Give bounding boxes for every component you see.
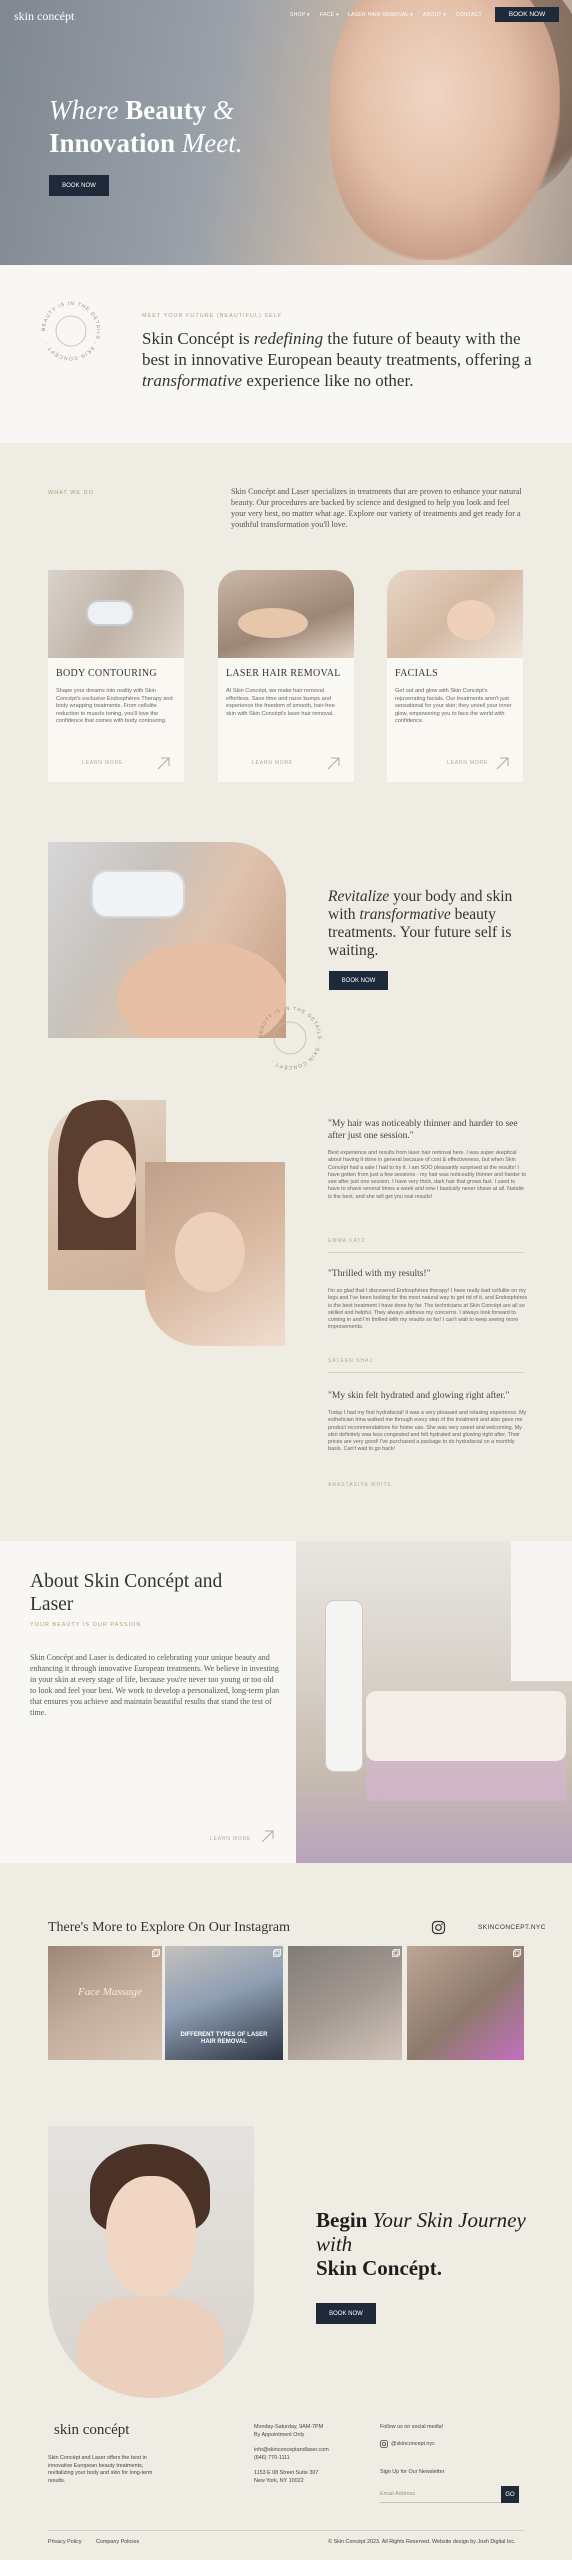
instagram-tile[interactable] (407, 1946, 524, 2060)
circular-text-badge: BEAUTY IS IN THE DETAILS · SKIN CONCÉPT … (41, 301, 101, 361)
service-desc: Shape your dreams into reality with Skin… (56, 688, 173, 724)
about-photo-treatment-room (296, 1541, 572, 1863)
about-eyebrow: YOUR BEAUTY IS OUR PASSION (30, 1622, 142, 1628)
service-title: LASER HAIR REMOVAL (226, 668, 341, 679)
hero-book-button[interactable]: BOOK NOW (49, 175, 109, 196)
testimonial-author: ANASTASIYA WHITE (328, 1482, 392, 1488)
carousel-icon (152, 1949, 160, 1957)
newsletter-email-input[interactable]: Email Address (380, 2486, 500, 2503)
testimonial-body: Today I had my first hydrafacial! It was… (328, 1410, 527, 1453)
facials-photo (387, 570, 523, 658)
cta-book-button[interactable]: BOOK NOW (316, 2303, 376, 2324)
revitalize-book-button[interactable]: BOOK NOW (329, 971, 388, 990)
footer-email-link[interactable]: info@skinconceptandlaser.com (254, 2447, 329, 2455)
service-card-body-contouring[interactable]: BODY CONTOURING Shape your dreams into r… (48, 658, 184, 782)
nav-item-shop[interactable]: SHOP ▾ (290, 12, 310, 18)
service-title: FACIALS (395, 668, 439, 679)
intro-statement: Skin Concépt is redefining the future of… (142, 329, 532, 390)
instagram-tile[interactable]: Face Massage (48, 1946, 162, 2060)
body-contouring-photo (48, 570, 184, 658)
cta-photo-woman (48, 2126, 254, 2398)
newsletter-go-button[interactable]: GO (501, 2486, 519, 2503)
site-logo[interactable]: skin concépt (14, 9, 74, 24)
what-we-do-eyebrow: WHAT WE DO (48, 490, 94, 496)
intro-eyebrow: MEET YOUR FUTURE (BEAUTIFUL) SELF (142, 313, 283, 319)
footer-divider (48, 2530, 524, 2531)
carousel-icon (273, 1949, 281, 1957)
nav-item-about[interactable]: ABOUT ▾ (423, 12, 446, 18)
carousel-icon (513, 1949, 521, 1957)
instagram-heading: There's More to Explore On Our Instagram (48, 1920, 291, 1935)
nav-item-laser[interactable]: LASER HAIR REMOVAL ▾ (348, 12, 413, 18)
divider (328, 1252, 524, 1253)
footer-logo[interactable]: skin concépt (54, 2422, 129, 2439)
footer-address: 1153 E 08 Street Suite 307 New York, NY 1… (254, 2470, 319, 2484)
service-desc: At Skin Concépt, we make hair removal ef… (226, 688, 335, 717)
arrow-up-right-icon[interactable] (156, 756, 171, 771)
laser-hair-removal-photo (218, 570, 354, 658)
company-policies-link[interactable]: Company Policies (96, 2539, 139, 2545)
learn-more-link[interactable]: LEARN MORE (447, 760, 488, 766)
testimonial-body: Best experience and results from laser h… (328, 1150, 527, 1200)
arrow-up-right-icon[interactable] (260, 1829, 275, 1844)
footer-social-handle[interactable]: @skinconcept.nyc (391, 2441, 435, 2449)
svg-text:BEAUTY IS IN THE DETAILS · SKI: BEAUTY IS IN THE DETAILS · SKIN CONCÉPT … (41, 301, 101, 361)
nav-item-face[interactable]: FACE ▾ (320, 12, 339, 18)
testimonial-body: I'm so glad that I discovered Endosphére… (328, 1288, 528, 1331)
cta-headline: Begin Your Skin Journey with Skin Concépt… (316, 2208, 526, 2280)
about-paragraph: Skin Concépt and Laser is dedicated to c… (30, 1653, 280, 1717)
learn-more-link[interactable]: LEARN MORE (252, 760, 293, 766)
instagram-handle[interactable]: SKINCONCEPT.NYC (478, 1924, 546, 1931)
service-card-laser-hair-removal[interactable]: LASER HAIR REMOVAL At Skin Concépt, we m… (218, 658, 354, 782)
about-learn-more-link[interactable]: LEARN MORE (210, 1836, 251, 1842)
service-title: BODY CONTOURING (56, 668, 157, 679)
footer-about: Skin Concépt and Laser offers the best i… (48, 2455, 153, 2484)
testimonial-quote: "Thrilled with my results!" (328, 1269, 431, 1279)
footer-follow-label: Follow us on social media! (380, 2424, 444, 2430)
instagram-tile[interactable] (288, 1946, 402, 2060)
testimonial-photo-facial (145, 1162, 285, 1346)
arrow-up-right-icon[interactable] (326, 756, 341, 771)
instagram-icon[interactable] (380, 2440, 388, 2448)
svg-text:BEAUTY IS IN THE DETAILS · SKI: BEAUTY IS IN THE DETAILS · SKIN CONCÉPT … (258, 1006, 322, 1071)
testimonial-author: EMMA KATZ (328, 1238, 366, 1244)
carousel-icon (392, 1949, 400, 1957)
instagram-tile[interactable]: DIFFERENT TYPES OF LASER HAIR REMOVAL (165, 1946, 283, 2060)
divider (328, 1372, 524, 1373)
newsletter-label: Sign Up for Our Newsletter (380, 2469, 445, 2475)
about-title: About Skin Concépt and Laser (30, 1571, 223, 1615)
privacy-policy-link[interactable]: Privacy Policy (48, 2539, 82, 2545)
testimonial-author: SALEEN SHAJ (328, 1358, 373, 1364)
testimonial-quote: "My skin felt hydrated and glowing right… (328, 1391, 510, 1401)
tile-caption: DIFFERENT TYPES OF LASER HAIR REMOVAL (180, 2032, 268, 2045)
revitalize-headline: Revitalize your body and skin with trans… (328, 888, 513, 959)
service-desc: Get out and glow with Skin Concépt's rej… (395, 688, 512, 724)
what-we-do-paragraph: Skin Concépt and Laser specializes in tr… (231, 487, 522, 529)
hero-photo-face (330, 0, 560, 260)
arrow-up-right-icon[interactable] (495, 756, 510, 771)
instagram-icon[interactable] (431, 1920, 446, 1935)
service-card-facials[interactable]: FACIALS Get out and glow with Skin Concé… (387, 658, 523, 782)
hero-headline: Where Beauty & Innovation Meet. (49, 95, 243, 158)
revitalize-photo (48, 842, 286, 1038)
footer-phone-link[interactable]: (646) 770-1111 (254, 2455, 290, 2463)
circular-text-badge: BEAUTY IS IN THE DETAILS · SKIN CONCÉPT … (258, 1006, 322, 1071)
nav-item-contact[interactable]: CONTACT (456, 12, 482, 18)
tile-caption: Face Massage (78, 1986, 142, 1998)
footer-hours: Monday-Saturday, 9AM-7PM By Appointment O… (254, 2424, 324, 2438)
testimonial-quote: "My hair was noticeably thinner and hard… (328, 1119, 518, 1141)
footer-copyright: © Skin Concépt 2023. All Rights Reserved… (328, 2539, 516, 2545)
learn-more-link[interactable]: LEARN MORE (82, 760, 123, 766)
book-now-button-header[interactable]: BOOK NOW (495, 7, 559, 22)
